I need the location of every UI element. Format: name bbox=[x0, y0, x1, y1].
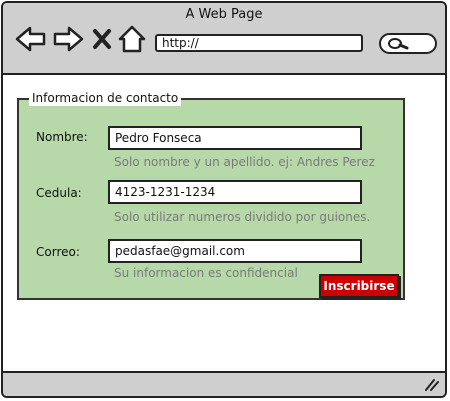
email-label: Correo: bbox=[36, 245, 80, 259]
back-arrow-icon[interactable] bbox=[15, 25, 47, 53]
email-hint: Su informacion es confidencial bbox=[114, 266, 298, 280]
cedula-hint: Solo utilizar numeros dividido por guion… bbox=[114, 210, 371, 224]
contact-form: Informacion de contacto Nombre: Pedro Fo… bbox=[17, 91, 405, 300]
forward-arrow-icon[interactable] bbox=[52, 25, 84, 53]
name-field[interactable]: Pedro Fonseca bbox=[108, 126, 362, 150]
name-label: Nombre: bbox=[36, 130, 88, 144]
close-icon[interactable] bbox=[91, 25, 113, 53]
status-bar bbox=[3, 371, 445, 396]
resize-grip-icon[interactable] bbox=[423, 377, 439, 391]
url-input[interactable]: http:// bbox=[155, 34, 363, 52]
email-field[interactable]: pedasfae@gmail.com bbox=[108, 239, 362, 263]
home-icon[interactable] bbox=[118, 25, 146, 53]
browser-window: A Web Page http:// Informacion de contac… bbox=[1, 1, 447, 398]
search-box[interactable] bbox=[379, 33, 437, 54]
browser-toolbar: A Web Page http:// bbox=[3, 3, 445, 75]
name-hint: Solo nombre y un apellido. ej: Andres Pe… bbox=[114, 155, 375, 169]
submit-button[interactable]: Inscribirse bbox=[319, 274, 399, 298]
search-icon bbox=[388, 38, 409, 50]
form-legend: Informacion de contacto bbox=[29, 91, 182, 106]
cedula-field[interactable]: 4123-1231-1234 bbox=[108, 180, 362, 204]
page-content: Informacion de contacto Nombre: Pedro Fo… bbox=[3, 75, 445, 375]
cedula-label: Cedula: bbox=[36, 186, 82, 200]
window-title: A Web Page bbox=[185, 7, 263, 22]
